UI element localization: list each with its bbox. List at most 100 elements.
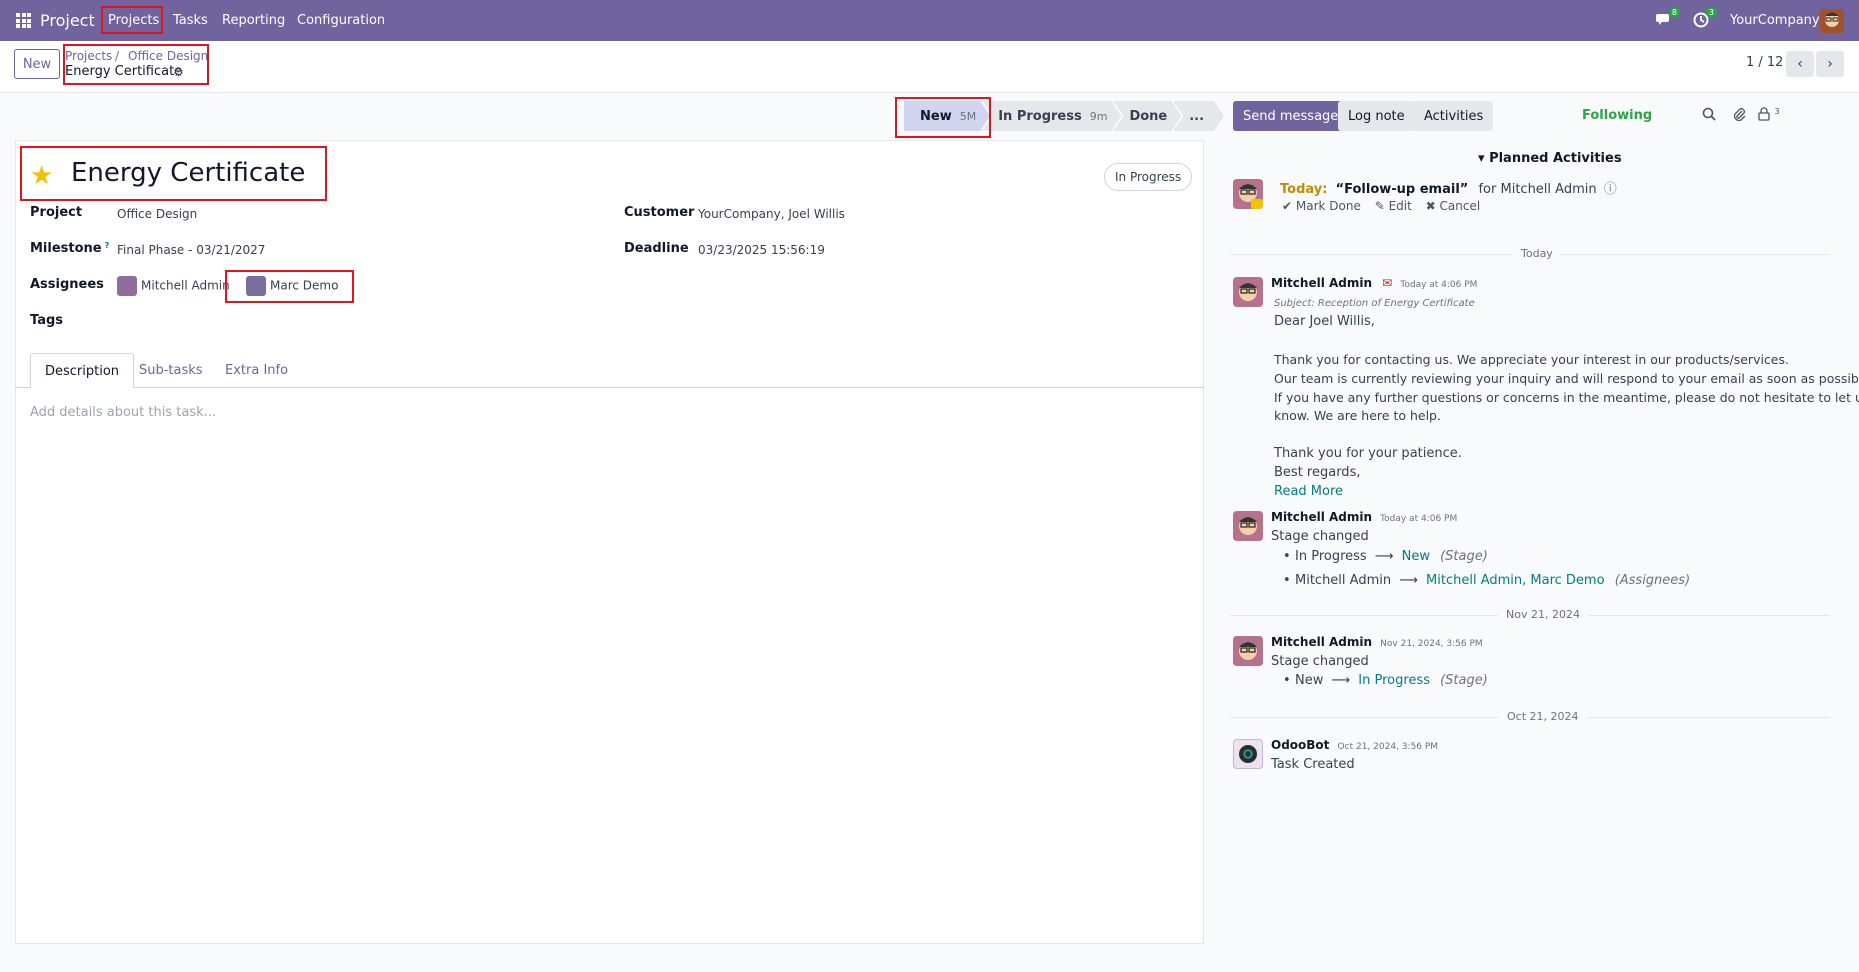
message-body: Task Created bbox=[1271, 757, 1355, 772]
project-field[interactable]: Office Design bbox=[117, 207, 197, 221]
user-avatar[interactable] bbox=[1820, 9, 1844, 33]
milestone-field[interactable]: Final Phase - 03/21/2027 bbox=[117, 243, 265, 257]
followers-lock-icon[interactable]: 3 bbox=[1758, 107, 1780, 125]
gear-icon[interactable]: ⚙ bbox=[173, 65, 184, 79]
customer-field[interactable]: YourCompany, Joel Willis bbox=[698, 207, 845, 221]
activities-clock-icon[interactable]: 3 bbox=[1693, 7, 1717, 32]
marc-avatar bbox=[246, 276, 266, 296]
stage-new-label: New bbox=[920, 108, 952, 124]
tracking-old-value: In Progress bbox=[1295, 549, 1367, 564]
pager-next-button[interactable]: › bbox=[1816, 51, 1844, 77]
tracking-old-value: Mitchell Admin bbox=[1295, 573, 1392, 588]
message-header: OdooBot Oct 21, 2024, 3:56 PM bbox=[1271, 738, 1438, 753]
message-timestamp: Nov 21, 2024, 3:56 PM bbox=[1380, 639, 1483, 649]
message-subject: Subject: Reception of Energy Certificate bbox=[1274, 298, 1475, 309]
messages-icon[interactable]: 8 bbox=[1656, 7, 1680, 31]
state-button[interactable]: In Progress bbox=[1104, 163, 1193, 191]
read-more-link[interactable]: Read More bbox=[1274, 484, 1343, 499]
date-separator-oct: Oct 21, 2024 bbox=[1499, 710, 1587, 723]
followers-count: 3 bbox=[1774, 107, 1780, 116]
breadcrumb-office-design[interactable]: Office Design bbox=[128, 49, 208, 63]
send-message-button[interactable]: Send message bbox=[1233, 101, 1349, 131]
edit-label: Edit bbox=[1388, 199, 1412, 213]
message-avatar[interactable] bbox=[1233, 277, 1263, 307]
deadline-field[interactable]: 03/23/2025 15:56:19 bbox=[698, 243, 825, 257]
search-icon[interactable] bbox=[1702, 107, 1716, 125]
control-panel: New Projects / Office Design Energy Cert… bbox=[0, 41, 1859, 93]
planned-activities-toggle[interactable]: ▾ Planned Activities bbox=[1478, 151, 1622, 166]
priority-star-icon[interactable]: ★ bbox=[30, 161, 53, 191]
menu-configuration[interactable]: Configuration bbox=[297, 13, 385, 28]
message-avatar[interactable] bbox=[1233, 636, 1263, 666]
assignee-mitchell[interactable]: Mitchell Admin bbox=[117, 276, 230, 296]
following-button[interactable]: Following bbox=[1582, 108, 1652, 123]
info-circle-icon[interactable]: ⓘ bbox=[1604, 182, 1617, 197]
activities-button[interactable]: Activities bbox=[1414, 101, 1494, 131]
chatter: Send message Log note Activities 3 Follo… bbox=[1220, 93, 1859, 972]
stage-new-duration: 5M bbox=[959, 109, 977, 123]
arrow-right-icon: ⟶ bbox=[1331, 673, 1351, 688]
tracking-change: In Progress ⟶ New (Stage) bbox=[1283, 549, 1488, 564]
activity-due-today: Today: bbox=[1280, 182, 1328, 197]
message-line: Thank you for contacting us. We apprecia… bbox=[1274, 352, 1789, 367]
message-avatar[interactable] bbox=[1233, 511, 1263, 541]
apps-grid-icon[interactable] bbox=[16, 13, 31, 28]
pager-previous-button[interactable]: ‹ bbox=[1786, 51, 1814, 77]
activity-line: Today: “Follow-up email” for Mitchell Ad… bbox=[1280, 178, 1617, 197]
tracking-change: Mitchell Admin ⟶ Mitchell Admin, Marc De… bbox=[1283, 573, 1690, 588]
description-editor[interactable]: Add details about this task... bbox=[30, 405, 216, 420]
cancel-activity-button[interactable]: ✖ Cancel bbox=[1426, 199, 1481, 213]
milestone-label-text: Milestone bbox=[30, 241, 102, 256]
message-body: Stage changed bbox=[1271, 529, 1369, 544]
breadcrumb-separator: / bbox=[115, 49, 120, 63]
assignees-label: Assignees bbox=[30, 277, 104, 292]
tags-label: Tags bbox=[30, 313, 64, 328]
tracking-new-value: Mitchell Admin, Marc Demo bbox=[1426, 573, 1605, 588]
tracking-new-value: New bbox=[1401, 549, 1430, 564]
task-title[interactable]: Energy Certificate bbox=[71, 158, 305, 188]
tab-sub-tasks[interactable]: Sub-tasks bbox=[125, 353, 217, 388]
milestone-label: Milestone? bbox=[30, 241, 109, 256]
milestone-help-icon[interactable]: ? bbox=[105, 241, 110, 250]
odoobot-avatar[interactable] bbox=[1233, 739, 1263, 769]
message-author[interactable]: Mitchell Admin bbox=[1271, 635, 1372, 649]
menu-projects[interactable]: Projects bbox=[108, 13, 159, 28]
breadcrumb-projects[interactable]: Projects bbox=[65, 49, 112, 63]
paperclip-icon[interactable] bbox=[1732, 107, 1746, 125]
message-header: Mitchell Admin ✉ Today at 4:06 PM bbox=[1271, 276, 1477, 291]
app-name[interactable]: Project bbox=[40, 11, 95, 30]
menu-tasks[interactable]: Tasks bbox=[173, 13, 208, 28]
stage-in-progress[interactable]: In Progress 9m bbox=[982, 101, 1121, 131]
activity-avatar bbox=[1233, 179, 1263, 209]
menu-reporting[interactable]: Reporting bbox=[222, 13, 285, 28]
stage-in-progress-label: In Progress bbox=[998, 108, 1082, 124]
stage-new[interactable]: New 5M bbox=[904, 101, 990, 131]
edit-activity-button[interactable]: ✎ Edit bbox=[1375, 199, 1412, 213]
message-author[interactable]: OdooBot bbox=[1271, 738, 1329, 752]
message-line: Dear Joel Willis, bbox=[1274, 314, 1375, 329]
caret-down-icon: ▾ bbox=[1478, 151, 1490, 166]
mark-done-label: Mark Done bbox=[1295, 199, 1361, 213]
new-button[interactable]: New bbox=[14, 49, 60, 79]
message-author[interactable]: Mitchell Admin bbox=[1271, 276, 1372, 290]
tab-extra-info[interactable]: Extra Info bbox=[211, 353, 302, 388]
tracking-field: (Stage) bbox=[1440, 673, 1488, 688]
stage-more-label: ... bbox=[1189, 108, 1205, 124]
assignee-marc[interactable]: Marc Demo bbox=[246, 276, 338, 296]
stage-in-progress-duration: 9m bbox=[1089, 109, 1108, 123]
deadline-label: Deadline bbox=[624, 241, 689, 256]
breadcrumb-current: Energy Certificate bbox=[65, 64, 183, 79]
message-header: Mitchell Admin Today at 4:06 PM bbox=[1271, 510, 1457, 525]
tab-description[interactable]: Description bbox=[30, 353, 135, 388]
form-sheet bbox=[15, 140, 1204, 944]
customer-label: Customer bbox=[624, 205, 695, 220]
log-note-button[interactable]: Log note bbox=[1338, 101, 1415, 131]
message-author[interactable]: Mitchell Admin bbox=[1271, 510, 1372, 524]
close-icon: ✖ bbox=[1425, 199, 1440, 213]
activity-actions: ✔ Mark Done ✎ Edit ✖ Cancel bbox=[1282, 199, 1480, 213]
stage-done[interactable]: Done bbox=[1113, 101, 1181, 131]
pager-value[interactable]: 1 / 12 bbox=[1746, 55, 1783, 70]
mitchell-avatar bbox=[117, 276, 137, 296]
mark-done-button[interactable]: ✔ Mark Done bbox=[1282, 199, 1361, 213]
company-switcher[interactable]: YourCompany bbox=[1730, 13, 1820, 28]
